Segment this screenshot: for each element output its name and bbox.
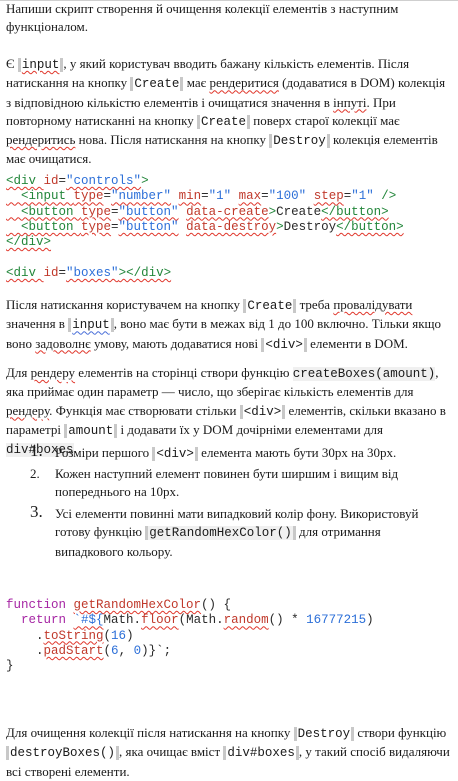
code2-line-3: .toString(16) (6, 628, 134, 643)
code-create-3: Create (243, 299, 297, 313)
code-create-2: Create (197, 114, 251, 129)
code1-line-4: <button type="button" data-destroy>Destr… (6, 219, 404, 234)
code1-line-2: <input type="number" min="1" max="100" s… (6, 189, 397, 204)
p1-text-a: Є (6, 56, 18, 71)
requirements-list: 1. Розміри першого <div> елемента мають б… (30, 441, 450, 561)
word-render-1: рендеритися (209, 75, 279, 91)
code-createBoxes: createBoxes(amount) (292, 367, 436, 381)
paragraph-destroy-boxes: Для очищення колекції після натискання н… (6, 725, 450, 779)
code-amount: amount (64, 423, 118, 438)
list-item: 1. Розміри першого <div> елемента мають б… (30, 441, 397, 461)
code-div-1: <div> (261, 337, 307, 352)
code-input-2: input (68, 318, 114, 333)
p1-text-c: має (183, 75, 210, 91)
code-getRandomHexColor: getRandomHexColor() (145, 526, 296, 541)
code-create-1: Create (130, 77, 184, 92)
paragraph-input-description: Є input, у який користувач вводить бажан… (6, 55, 450, 169)
code-destroy-2: Destroy (293, 727, 355, 741)
code-destroy-1: Destroy (269, 134, 330, 149)
code-div-2: <div> (239, 404, 286, 419)
code2-line-4: .padStart(6, 0)}`; (6, 643, 172, 658)
list-item: 3. Усі елементи повинні мати випадковий к… (30, 502, 419, 559)
document-page: Напиши скрипт створення й очищення колек… (0, 0, 458, 779)
code-div-boxes-2: div#boxes (223, 746, 299, 761)
code2-line-5: } (6, 659, 14, 674)
code-input: input (17, 58, 64, 72)
code1-line-3: <button type="button" data-create>Create… (6, 204, 389, 219)
code-destroyBoxes: destroyBoxes() (6, 746, 120, 761)
code1-line-6: <div id="boxes"></div> (6, 265, 172, 280)
code1-line-1: <div id="controls"> (6, 174, 149, 188)
code1-line-5: </div> (6, 235, 52, 250)
p1-text-g: нова. Після натискання на кнопку (75, 132, 270, 148)
p1-text-f: поверх старої колекції має (250, 112, 400, 128)
code2-line-1: function getRandomHexColor() { (6, 598, 232, 612)
code1-blank (6, 250, 450, 265)
code-div-3: <div> (152, 447, 198, 461)
html-code-block: <div id="controls"> <input type="number"… (6, 174, 450, 281)
word-render-2: рендеритись (6, 132, 76, 148)
list-item: 2. Кожен наступний елемент повинен бути ш… (30, 466, 399, 500)
word-inputi: інпуті (333, 94, 367, 110)
intro-paragraph: Напиши скрипт створення й очищення колек… (6, 1, 399, 35)
code2-line-2: return `#${Math.floor(Math.random() * 16… (6, 613, 374, 628)
js-code-block: function getRandomHexColor() { return `#… (6, 598, 450, 674)
paragraph-validation: Після натискання користувачем на кнопку … (6, 297, 442, 352)
